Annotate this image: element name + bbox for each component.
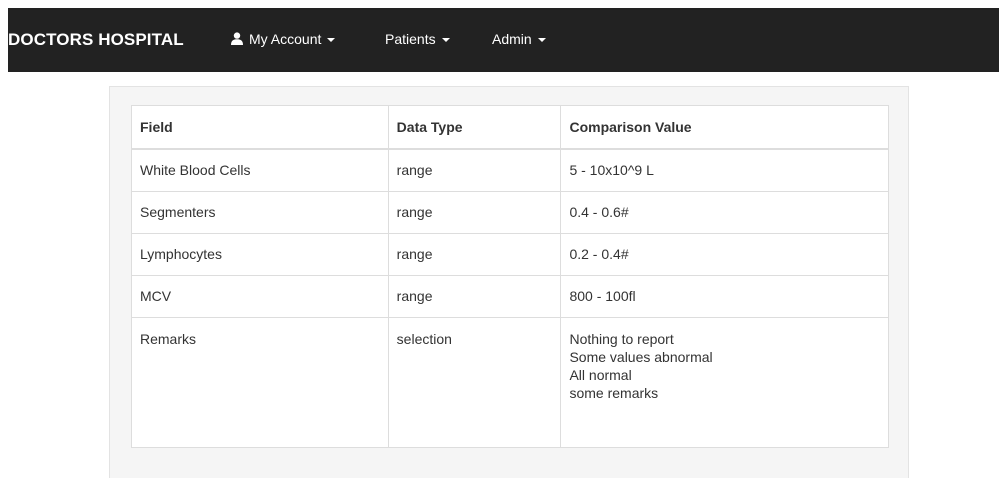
my-account-label: My Account [249, 31, 322, 47]
top-navbar: DOCTORS HOSPITAL My Account Patients Adm… [8, 8, 999, 72]
data-type-cell: selection [387, 317, 562, 448]
selection-option: Some values abnormal [569, 349, 713, 365]
table-row: Lymphocytes range 0.2 - 0.4# [131, 233, 889, 276]
comparison-value-cell: 0.4 - 0.6# [560, 191, 889, 234]
patients-menu[interactable]: Patients [385, 8, 450, 72]
field-cell: Lymphocytes [131, 233, 389, 276]
table-row: Segmenters range 0.4 - 0.6# [131, 191, 889, 234]
data-type-cell: range [387, 275, 562, 318]
table-row: Remarks selection Nothing to report Some… [131, 317, 889, 448]
data-type-cell: range [387, 233, 562, 276]
brand-title[interactable]: DOCTORS HOSPITAL [8, 8, 184, 72]
table-row: White Blood Cells range 5 - 10x10^9 L [131, 148, 889, 192]
column-header-comparison-value: Comparison Value [560, 105, 889, 150]
my-account-menu[interactable]: My Account [231, 8, 336, 72]
field-cell: Remarks [131, 317, 389, 448]
user-icon [231, 9, 243, 71]
comparison-value-cell: 0.2 - 0.4# [560, 233, 889, 276]
field-cell: Segmenters [131, 191, 389, 234]
comparison-value-cell: Nothing to report Some values abnormal A… [560, 317, 889, 448]
admin-menu[interactable]: Admin [492, 8, 546, 72]
caret-down-icon [441, 38, 450, 42]
selection-option: All normal [569, 367, 632, 383]
data-type-cell: range [387, 148, 562, 192]
admin-label: Admin [492, 31, 532, 47]
selection-option: Nothing to report [569, 331, 674, 347]
field-cell: White Blood Cells [131, 148, 389, 192]
comparison-value-cell: 5 - 10x10^9 L [560, 148, 889, 192]
column-header-field: Field [131, 105, 389, 150]
data-type-cell: range [387, 191, 562, 234]
comparison-value-cell: 800 - 100fl [560, 275, 889, 318]
field-cell: MCV [131, 275, 389, 318]
caret-down-icon [537, 38, 546, 42]
column-header-data-type: Data Type [387, 105, 562, 150]
table-header-row: Field Data Type Comparison Value [131, 105, 889, 150]
comparison-table: Field Data Type Comparison Value White B… [131, 105, 889, 448]
patients-label: Patients [385, 31, 436, 47]
table-row: MCV range 800 - 100fl [131, 275, 889, 318]
content-well: Field Data Type Comparison Value White B… [109, 86, 909, 478]
selection-option: some remarks [569, 385, 659, 401]
caret-down-icon [327, 38, 336, 42]
